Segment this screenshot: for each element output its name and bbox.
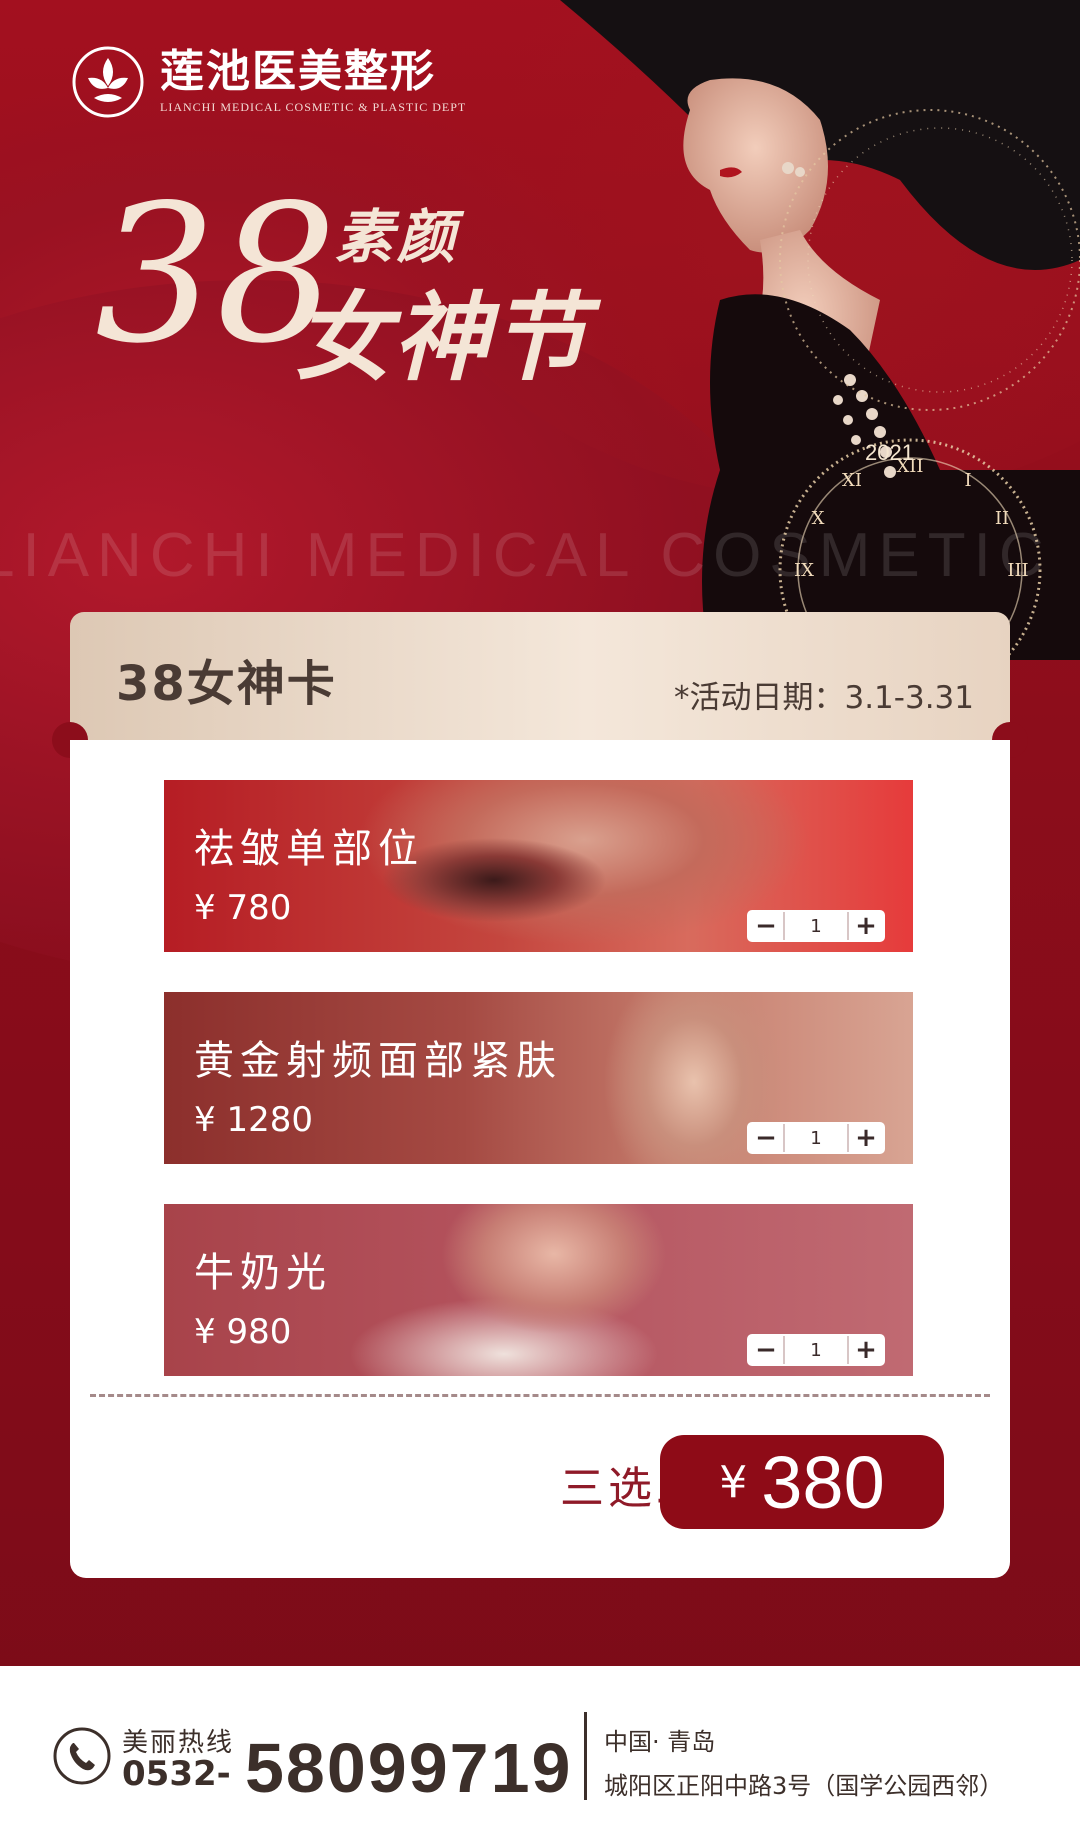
quantity-value[interactable]: 1 [783, 1124, 849, 1152]
item-name: 祛皱单部位 [194, 826, 424, 872]
list-item: 祛皱单部位 ¥ 780 − 1 + [164, 780, 913, 952]
list-item: 黄金射频面部紧肤 ¥ 1280 − 1 + [164, 992, 913, 1164]
deal-price-button[interactable]: ¥ 380 [660, 1435, 944, 1529]
event-title-bottom: 女神节 [295, 281, 589, 394]
quantity-value[interactable]: 1 [783, 912, 849, 940]
phone-icon [53, 1727, 111, 1785]
list-item: 牛奶光 ¥ 980 − 1 + [164, 1204, 913, 1376]
phone-number[interactable]: 58099719 [245, 1728, 572, 1808]
increment-button[interactable]: + [849, 1124, 883, 1152]
decrement-button[interactable]: − [749, 1336, 783, 1364]
item-price: ¥ 980 [194, 1312, 292, 1352]
svg-text:II: II [995, 508, 1009, 529]
card-body: 祛皱单部位 ¥ 780 − 1 + 黄金射频面部紧肤 ¥ 1280 − 1 + … [70, 740, 1010, 1578]
svg-text:III: III [1007, 560, 1028, 581]
decrement-button[interactable]: − [749, 912, 783, 940]
address-line1: 中国· 青岛 [604, 1728, 716, 1756]
decrement-button[interactable]: − [749, 1124, 783, 1152]
currency-symbol: ¥ [719, 1456, 748, 1508]
card-header: 38女神卡 *活动日期：3.1-3.31 [70, 612, 1010, 740]
address-line2: 城阳区正阳中路3号（国学公园西邻） [604, 1772, 1004, 1800]
svg-text:XI: XI [842, 470, 862, 491]
svg-text:I: I [964, 470, 971, 491]
svg-text:X: X [812, 508, 825, 529]
quantity-stepper: − 1 + [747, 1122, 885, 1154]
item-name: 黄金射频面部紧肤 [194, 1038, 562, 1084]
dashed-divider [90, 1394, 990, 1397]
brand-logo: 莲池医美整形 LIANCHI MEDICAL COSMETIC & PLASTI… [70, 44, 466, 120]
item-name: 牛奶光 [194, 1250, 332, 1296]
deal-price: 380 [761, 1440, 885, 1524]
event-title: 38 素颜 女神节 [95, 180, 615, 400]
quantity-stepper: − 1 + [747, 1334, 885, 1366]
item-price: ¥ 780 [194, 888, 292, 928]
brand-name: 莲池医美整形 [160, 45, 436, 97]
area-code: 0532- [122, 1754, 231, 1794]
footer-divider [584, 1712, 587, 1800]
event-date: *活动日期：3.1-3.31 [673, 680, 974, 716]
year-label: 2021 [865, 440, 914, 465]
poster: 莲池医美整形 LIANCHI MEDICAL COSMETIC & PLASTI… [0, 0, 1080, 1844]
quantity-stepper: − 1 + [747, 910, 885, 942]
footer: 美丽热线 0532- 58099719 中国· 青岛 城阳区正阳中路3号（国学公… [0, 1666, 1080, 1844]
item-price: ¥ 1280 [194, 1100, 313, 1140]
card-title: 38女神卡 [116, 656, 337, 712]
brand-name-en: LIANCHI MEDICAL COSMETIC & PLASTIC DEPT [160, 99, 467, 114]
quantity-value[interactable]: 1 [783, 1336, 849, 1364]
lotus-logo-icon [72, 46, 144, 118]
increment-button[interactable]: + [849, 912, 883, 940]
increment-button[interactable]: + [849, 1336, 883, 1364]
svg-text:IX: IX [794, 560, 814, 581]
